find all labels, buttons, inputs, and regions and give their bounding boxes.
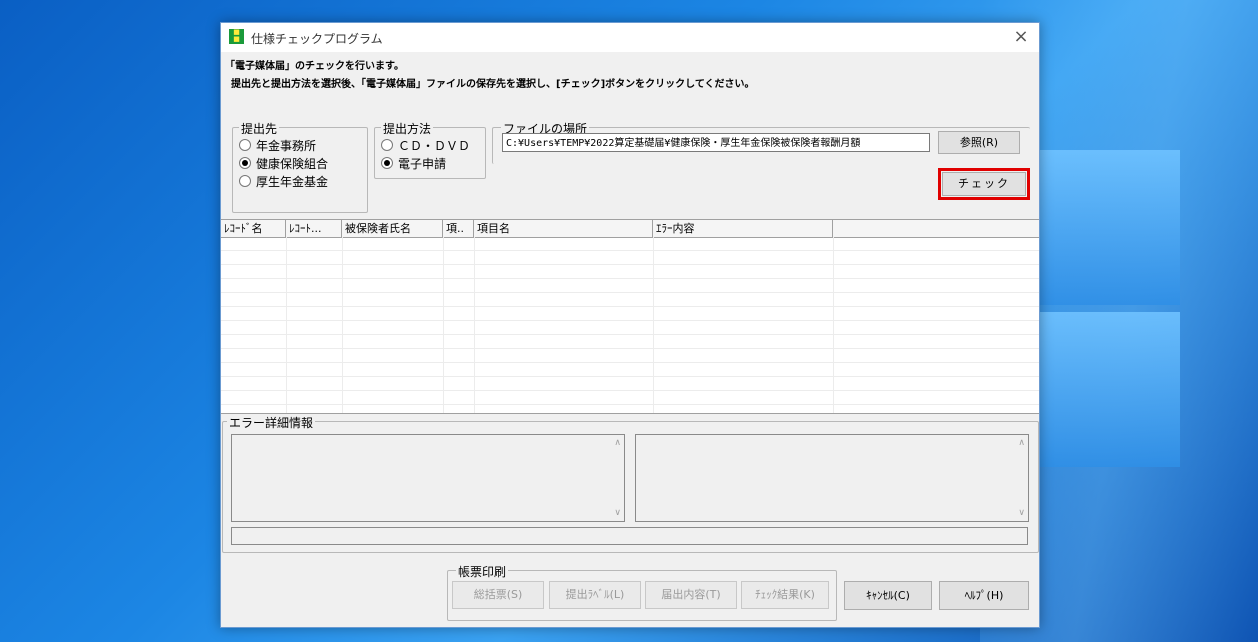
- column-header-record-name[interactable]: ﾚｺｰﾄﾞ名: [221, 220, 286, 237]
- scroll-down-icon[interactable]: ∨: [1018, 508, 1025, 518]
- option-label: 健康保険組合: [256, 157, 329, 171]
- column-header-item-name[interactable]: 項目名: [474, 220, 653, 237]
- destination-option-pension-office[interactable]: 年金事務所: [239, 137, 316, 154]
- option-label: 電子申請: [398, 157, 447, 171]
- option-label: 年金事務所: [256, 139, 317, 153]
- column-header-error-content[interactable]: ｴﾗｰ内容: [653, 220, 833, 237]
- error-detail-label: エラー詳細情報: [227, 414, 316, 431]
- desktop-logo-pane: [1040, 150, 1180, 305]
- option-label: 厚生年金基金: [256, 175, 329, 189]
- column-header-insured-name[interactable]: 被保険者氏名: [342, 220, 443, 237]
- table-row: [221, 265, 1039, 279]
- app-icon: ■ ■: [229, 29, 244, 44]
- radio-button-checked[interactable]: [381, 157, 393, 169]
- radio-button[interactable]: [239, 175, 251, 187]
- error-detail-group: エラー詳細情報 ∧ ∨ ∧ ∨: [222, 414, 1039, 553]
- destination-group: 提出先 年金事務所 健康保険組合 厚生年金基金: [232, 120, 368, 213]
- error-detail-left-box[interactable]: ∧ ∨: [231, 434, 625, 522]
- table-row: [221, 377, 1039, 391]
- instruction-line-1: 「電子媒体届」のチェックを行います。: [225, 61, 404, 72]
- scroll-down-icon[interactable]: ∨: [614, 508, 621, 518]
- destination-label: 提出先: [239, 120, 280, 137]
- browse-button[interactable]: 参照(R): [938, 131, 1020, 154]
- column-header-item-no[interactable]: 項..: [443, 220, 474, 237]
- scroll-up-icon[interactable]: ∧: [614, 438, 621, 448]
- radio-button[interactable]: [239, 139, 251, 151]
- file-path-field[interactable]: C:¥Users¥TEMP¥2022算定基礎届¥健康保険・厚生年金保険被保険者報…: [502, 133, 930, 152]
- method-group: 提出方法 ＣＤ・ＤＶＤ 電子申請: [374, 120, 486, 179]
- instruction-line-2: 提出先と提出方法を選択後、「電子媒体届」ファイルの保存先を選択し、[チェック]ボ…: [231, 79, 755, 90]
- desktop-logo-pane: [1040, 312, 1180, 467]
- radio-button[interactable]: [381, 139, 393, 151]
- scroll-up-icon[interactable]: ∧: [1018, 438, 1025, 448]
- table-row: [221, 335, 1039, 349]
- title-bar: ■ ■ 仕様チェックプログラム ×: [221, 23, 1039, 52]
- error-detail-right-box[interactable]: ∧ ∨: [635, 434, 1029, 522]
- table-row: [221, 363, 1039, 377]
- help-button[interactable]: ﾍﾙﾌﾟ(H): [939, 581, 1029, 610]
- error-result-grid[interactable]: ﾚｺｰﾄﾞ名 ﾚｺｰﾄ... 被保険者氏名 項.. 項目名 ｴﾗｰ内容: [221, 219, 1039, 414]
- contents-print-button[interactable]: 届出内容(T): [645, 581, 737, 609]
- method-label: 提出方法: [381, 120, 434, 137]
- close-icon[interactable]: ×: [1011, 26, 1031, 48]
- error-detail-status-bar: [231, 527, 1028, 545]
- column-header-extra[interactable]: [833, 220, 1039, 237]
- option-label: ＣＤ・ＤＶＤ: [398, 139, 471, 153]
- column-header-record-no[interactable]: ﾚｺｰﾄ...: [286, 220, 342, 237]
- summary-print-button[interactable]: 総括票(S): [452, 581, 544, 609]
- table-row: [221, 279, 1039, 293]
- method-option-cd-dvd[interactable]: ＣＤ・ＤＶＤ: [381, 137, 470, 154]
- destination-option-health-insurance[interactable]: 健康保険組合: [239, 155, 328, 172]
- check-result-print-button[interactable]: ﾁｪｯｸ結果(K): [741, 581, 829, 609]
- print-label: 帳票印刷: [456, 563, 509, 580]
- table-row: [221, 349, 1039, 363]
- table-row: [221, 307, 1039, 321]
- label-print-button[interactable]: 提出ﾗﾍﾞﾙ(L): [549, 581, 641, 609]
- destination-option-pension-fund[interactable]: 厚生年金基金: [239, 173, 328, 190]
- table-row: [221, 391, 1039, 405]
- table-row: [221, 321, 1039, 335]
- check-button[interactable]: チェック: [942, 172, 1026, 196]
- spec-check-window: ■ ■ 仕様チェックプログラム × 「電子媒体届」のチェックを行います。 提出先と…: [220, 22, 1040, 628]
- cancel-button[interactable]: ｷｬﾝｾﾙ(C): [844, 581, 932, 610]
- table-row: [221, 293, 1039, 307]
- window-title: 仕様チェックプログラム: [251, 32, 383, 46]
- radio-button-checked[interactable]: [239, 157, 251, 169]
- grid-header: ﾚｺｰﾄﾞ名 ﾚｺｰﾄ... 被保険者氏名 項.. 項目名 ｴﾗｰ内容: [221, 220, 1039, 238]
- table-row: [221, 251, 1039, 265]
- table-row: [221, 237, 1039, 251]
- method-option-electronic[interactable]: 電子申請: [381, 155, 446, 172]
